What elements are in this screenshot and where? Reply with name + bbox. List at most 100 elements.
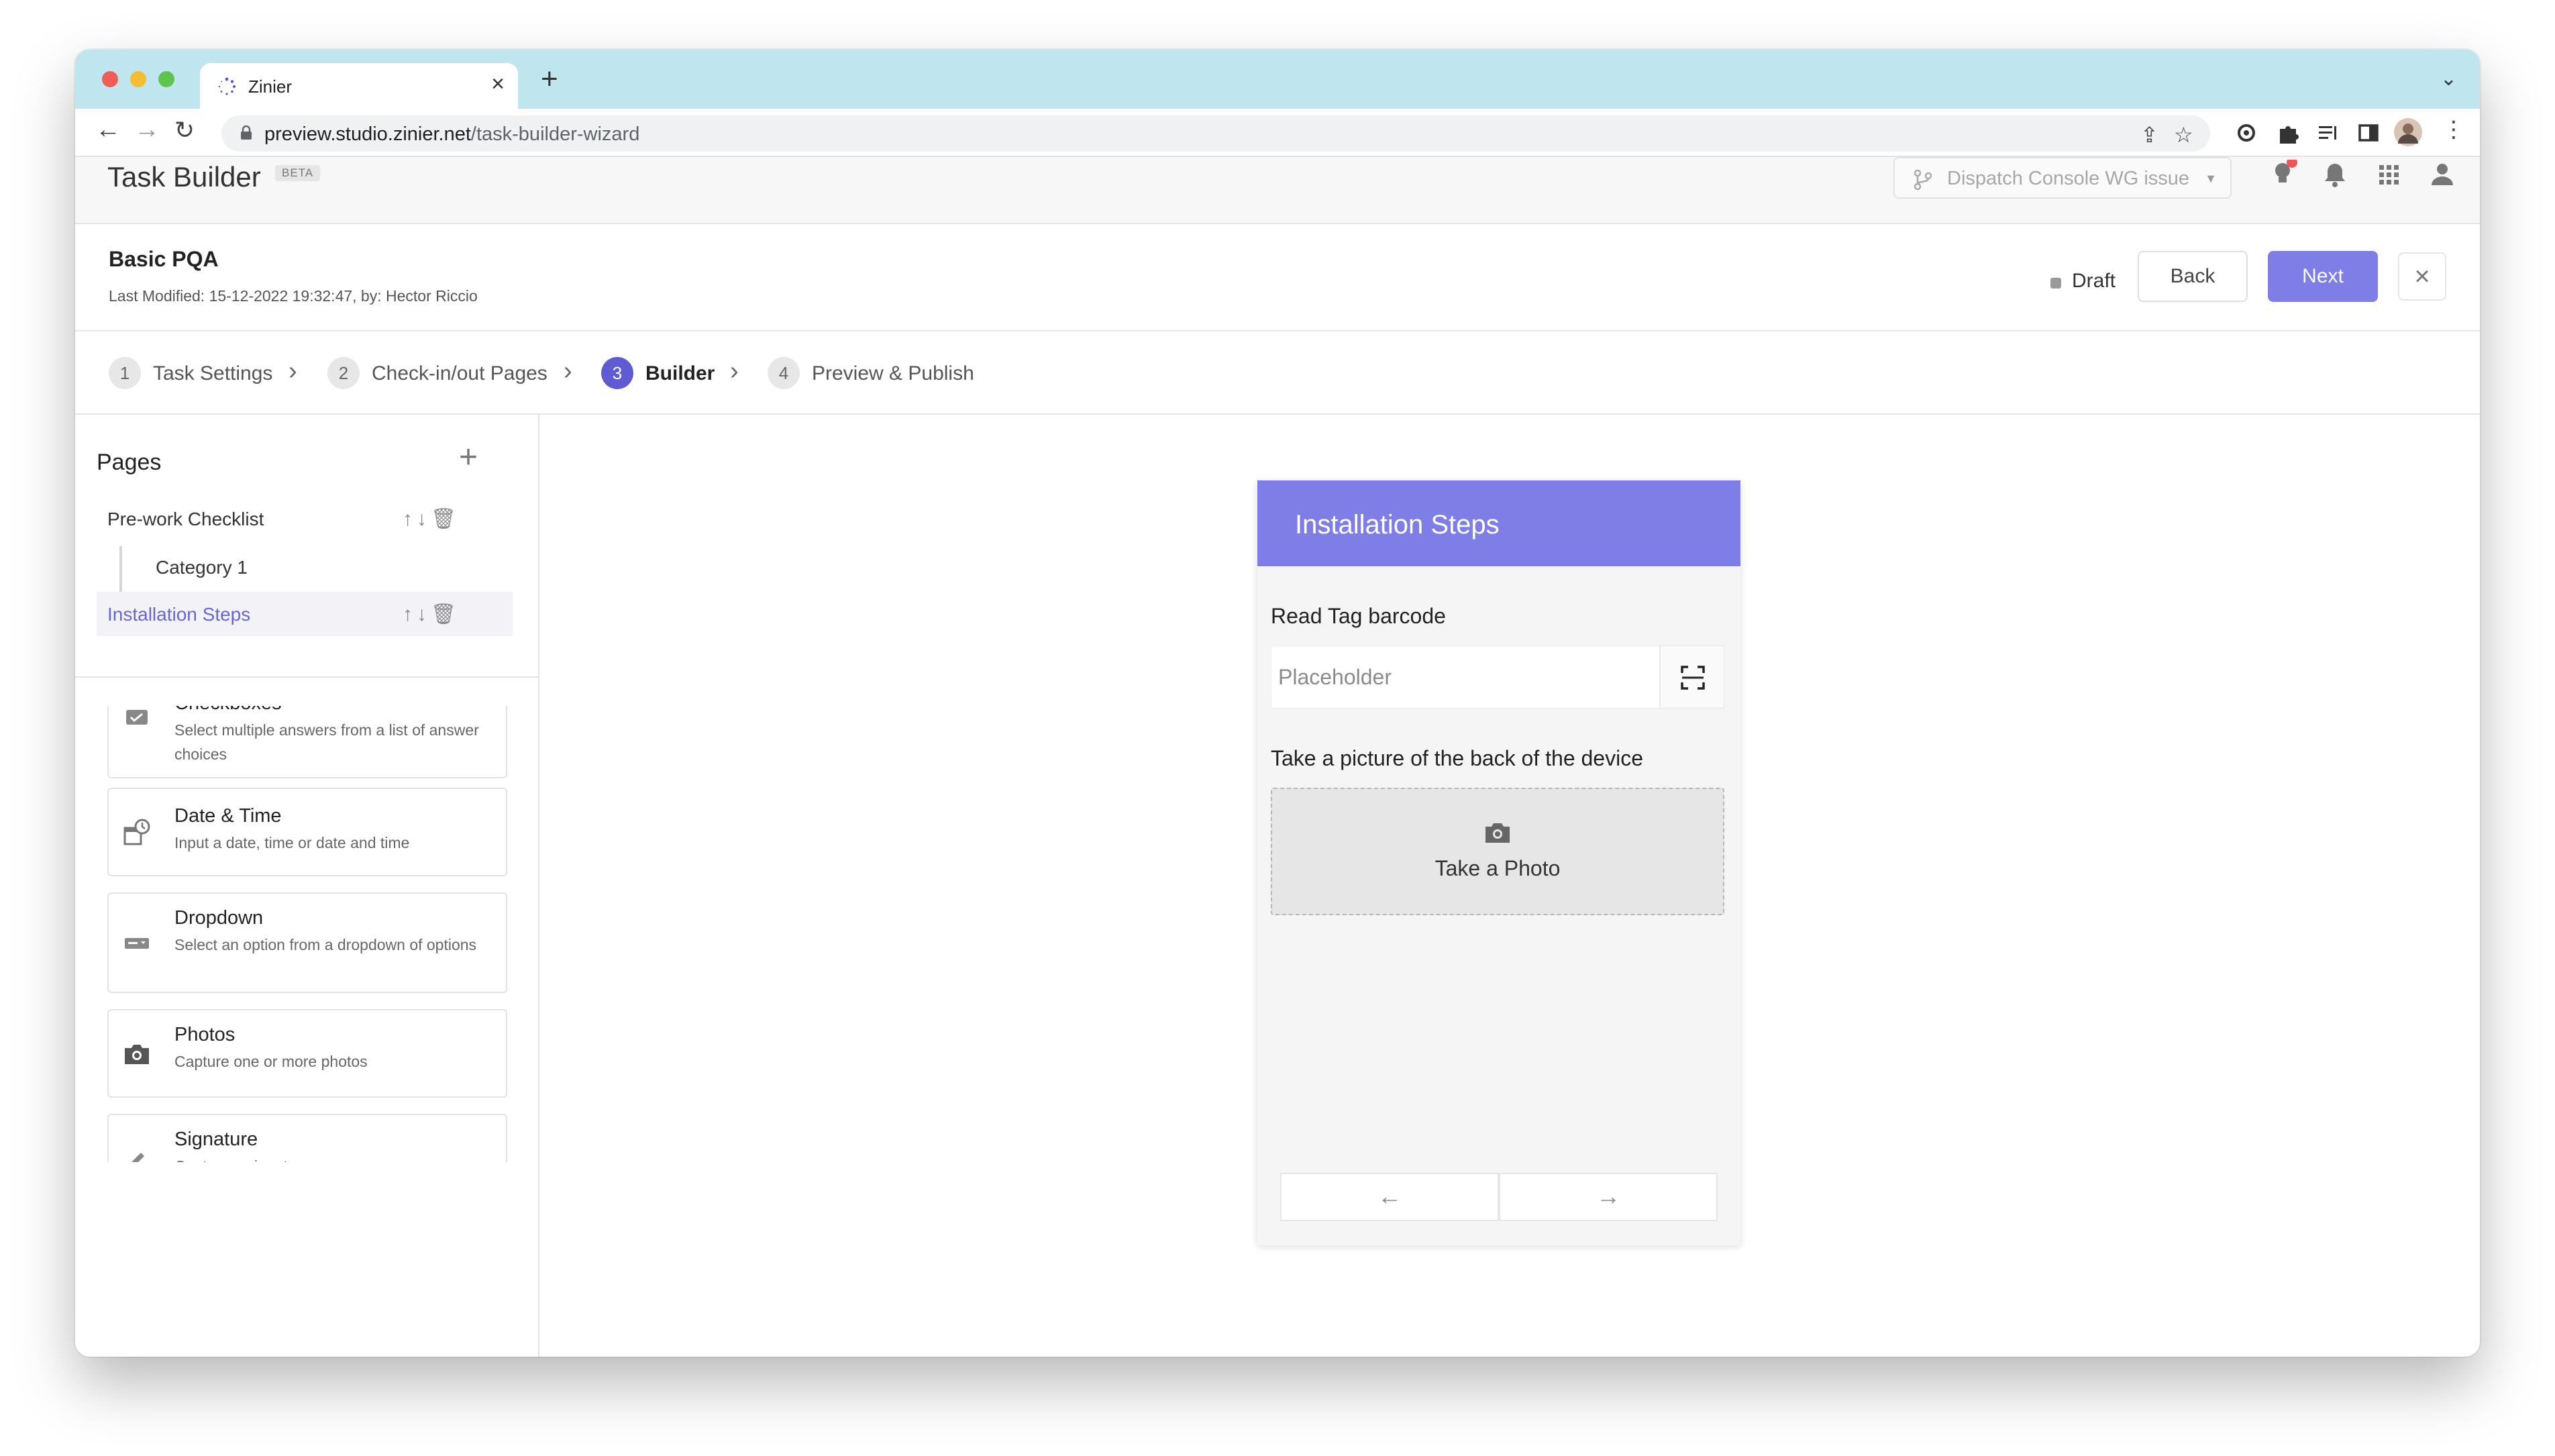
move-up-icon[interactable]: ↑ — [403, 603, 417, 625]
caret-down-icon: ▼ — [2205, 172, 2217, 185]
step-number: 1 — [109, 357, 141, 389]
zinier-favicon-icon — [218, 77, 236, 95]
component-title: Date & Time — [174, 805, 282, 827]
component-description: Select multiple answers from a list of a… — [174, 721, 479, 763]
component-card-checkboxes[interactable]: Checkboxes Select multiple answers from … — [107, 706, 507, 778]
wizard-stepper: 1 Task Settings › 2 Check-in/out Pages ›… — [75, 331, 2480, 415]
step-label: Check-in/out Pages — [372, 362, 548, 384]
address-bar[interactable]: preview.studio.zinier.net/task-builder-w… — [221, 115, 2210, 152]
new-tab-button[interactable]: + — [541, 64, 558, 94]
component-title: Signature — [174, 1129, 258, 1150]
barcode-input-placeholder: Placeholder — [1278, 665, 1392, 689]
date-time-icon — [123, 819, 150, 845]
bookmark-star-icon[interactable]: ☆ — [2174, 122, 2193, 148]
take-photo-button[interactable]: Take a Photo — [1271, 788, 1724, 915]
reading-list-icon[interactable] — [2316, 121, 2340, 145]
app-header: Task Builder BETA Dispatch Console WG is… — [75, 157, 2480, 224]
task-name: Basic PQA — [109, 247, 219, 271]
tab-title: Zinier — [248, 76, 293, 97]
page-row-actions: ↑↓🗑 — [403, 603, 460, 626]
pages-sidebar: Pages + Pre-work Checklist ↑↓🗑 Category … — [75, 415, 539, 1357]
extensions-puzzle-icon[interactable] — [2276, 121, 2300, 145]
category-indent-bar — [119, 546, 122, 593]
notification-bell-icon[interactable] — [2320, 160, 2350, 189]
delete-trash-icon[interactable]: 🗑 — [431, 603, 460, 625]
last-modified-text: Last Modified: 15-12-2022 19:32:47, by: … — [109, 287, 478, 305]
barcode-input[interactable]: Placeholder — [1271, 645, 1660, 709]
browser-tab-strip: Zinier × + ⌄ — [75, 50, 2480, 109]
component-card-date-time[interactable]: Date & Time Input a date, time or date a… — [107, 788, 507, 876]
user-account-icon[interactable] — [2428, 160, 2457, 189]
camera-icon — [1485, 823, 1510, 843]
component-card-signature[interactable]: Signature Capture a signature — [107, 1114, 507, 1162]
category-item-category-1[interactable]: Category 1 — [156, 557, 248, 578]
status-badge: Draft — [2072, 270, 2116, 292]
browser-menu-icon[interactable]: ⋮ — [2442, 118, 2465, 141]
lightbulb-icon[interactable] — [2268, 160, 2297, 189]
component-description: Select an option from a dropdown of opti… — [174, 936, 477, 953]
chevron-right-icon: › — [564, 357, 572, 385]
component-title: Photos — [174, 1024, 236, 1045]
move-up-icon[interactable]: ↑ — [403, 508, 417, 530]
step-label: Preview & Publish — [812, 362, 974, 384]
checkbox-icon — [126, 710, 148, 725]
back-button[interactable]: Back — [2138, 251, 2248, 302]
tab-search-chevron-icon[interactable]: ⌄ — [2440, 67, 2457, 91]
close-tab-icon[interactable]: × — [491, 72, 505, 95]
url-host: preview.studio.zinier.net — [264, 123, 471, 145]
add-page-plus-icon[interactable]: + — [459, 441, 478, 474]
move-down-icon[interactable]: ↓ — [417, 603, 431, 625]
question-label-read-tag-barcode: Read Tag barcode — [1271, 604, 1446, 628]
component-description: Capture a signature — [174, 1154, 483, 1162]
component-description: Capture one or more photos — [174, 1053, 368, 1070]
take-photo-label: Take a Photo — [1435, 856, 1561, 880]
dropdown-icon — [125, 938, 149, 949]
browser-window: Zinier × + ⌄ ← → ↻ preview.studio.zinier… — [75, 50, 2480, 1357]
scan-barcode-button[interactable] — [1660, 645, 1724, 709]
component-card-dropdown[interactable]: Dropdown Select an option from a dropdow… — [107, 892, 507, 993]
browser-toolbar: ← → ↻ preview.studio.zinier.net/task-bui… — [75, 109, 2480, 157]
page-item-label: Installation Steps — [107, 604, 251, 625]
delete-trash-icon[interactable]: 🗑 — [431, 508, 460, 530]
previous-page-button[interactable]: ← — [1280, 1173, 1499, 1221]
next-page-button[interactable]: → — [1499, 1173, 1718, 1221]
extension-settings-icon[interactable] — [2234, 121, 2258, 145]
url-text: preview.studio.zinier.net/task-builder-w… — [264, 123, 639, 146]
step-number: 3 — [601, 357, 633, 389]
next-button[interactable]: Next — [2268, 251, 2378, 302]
maximize-window-button[interactable] — [158, 71, 174, 87]
page-title: Task Builder — [107, 161, 261, 193]
component-description: Input a date, time or date and time — [174, 834, 410, 851]
close-window-button[interactable] — [102, 71, 118, 87]
workspace-selector[interactable]: Dispatch Console WG issue ▼ — [1893, 157, 2232, 199]
signature-icon — [132, 1153, 144, 1162]
minimize-window-button[interactable] — [130, 71, 146, 87]
step-number: 4 — [768, 357, 800, 389]
back-arrow-icon[interactable]: ← — [95, 117, 121, 142]
step-label: Task Settings — [153, 362, 273, 384]
apps-grid-icon[interactable] — [2374, 160, 2403, 189]
scan-icon — [1681, 666, 1705, 690]
beta-badge: BETA — [275, 165, 321, 181]
component-palette: Checkboxes Select multiple answers from … — [107, 706, 510, 1162]
mobile-preview: Installation Steps Read Tag barcode Plac… — [1257, 480, 1740, 1245]
task-info-bar: Basic PQA Last Modified: 15-12-2022 19:3… — [75, 224, 2480, 331]
workspace-selector-label: Dispatch Console WG issue — [1947, 168, 2190, 189]
component-card-photos[interactable]: Photos Capture one or more photos — [107, 1009, 507, 1098]
question-label-back-of-device: Take a picture of the back of the device — [1271, 746, 1643, 770]
preview-page-nav: ← → — [1280, 1173, 1718, 1221]
share-icon[interactable]: ⇪ — [2140, 122, 2158, 148]
profile-avatar-icon[interactable] — [2394, 118, 2422, 146]
side-panel-icon[interactable] — [2356, 121, 2381, 145]
page-item-label: Pre-work Checklist — [107, 509, 264, 529]
move-down-icon[interactable]: ↓ — [417, 508, 431, 530]
page-item-installation-steps[interactable]: Installation Steps ↑↓🗑 — [97, 592, 513, 636]
forward-arrow-icon[interactable]: → — [134, 117, 160, 142]
app-root: Task Builder BETA Dispatch Console WG is… — [75, 157, 2480, 1357]
lock-icon — [241, 125, 252, 140]
page-item-pre-work-checklist[interactable]: Pre-work Checklist ↑↓🗑 — [97, 497, 513, 541]
close-icon: × — [2414, 262, 2430, 291]
close-builder-button[interactable]: × — [2398, 252, 2446, 301]
reload-icon[interactable]: ↻ — [174, 118, 195, 142]
browser-tab[interactable]: Zinier × — [200, 63, 518, 109]
